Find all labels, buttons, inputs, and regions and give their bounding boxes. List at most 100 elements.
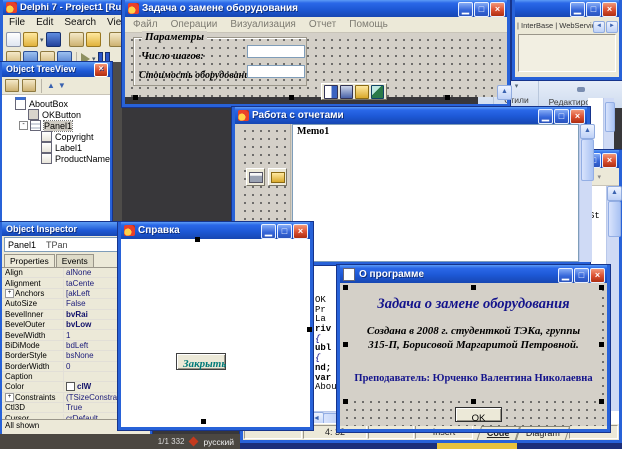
parameters-groupbox: Параметры Число шагов: Стоимость оборудо… — [133, 31, 307, 86]
treeview-toolbar: ▲ ▼ — [2, 77, 110, 95]
printer-icon — [248, 171, 263, 183]
open-dropdown-icon[interactable]: ▾ — [40, 36, 44, 44]
forward-dropdown-icon[interactable]: ▾ — [597, 173, 601, 181]
selection-handle[interactable] — [201, 419, 206, 424]
report-icon[interactable] — [324, 84, 338, 99]
maximize-icon[interactable]: □ — [586, 2, 601, 17]
delete-item-icon[interactable] — [22, 79, 36, 92]
minimize-icon[interactable]: ▁ — [261, 224, 276, 239]
language-indicator[interactable]: русский — [203, 437, 234, 447]
task-form-menu-item[interactable]: Операции — [171, 19, 218, 30]
selection-handle[interactable] — [599, 285, 604, 290]
reports-form-title: Работа с отчетами — [252, 110, 344, 121]
delphi-menu-item[interactable]: Search — [64, 17, 96, 28]
selection-handle[interactable] — [195, 237, 200, 242]
selection-handle[interactable] — [471, 399, 476, 404]
tab-scroll-right-icon[interactable]: ► — [606, 21, 618, 33]
tree-item[interactable]: Copyright — [2, 131, 110, 142]
selection-handle[interactable] — [599, 399, 604, 404]
tree-item-icon — [30, 120, 41, 131]
cost-input[interactable] — [247, 65, 305, 78]
tree-item[interactable]: Label1 — [2, 142, 110, 153]
selection-handle[interactable] — [471, 285, 476, 290]
reports-vscrollbar[interactable]: ▲ — [579, 124, 595, 262]
reports-form-titlebar[interactable]: Работа с отчетами ▁ □ × — [235, 107, 587, 124]
help-close-button[interactable]: Закрыть — [176, 353, 226, 370]
selection-handle[interactable] — [343, 399, 348, 404]
print-report-button[interactable] — [246, 168, 265, 186]
open-folder-icon[interactable] — [355, 84, 369, 99]
new-file-icon[interactable] — [6, 32, 21, 47]
treeview-titlebar[interactable]: Object TreeView × — [2, 62, 110, 77]
close-icon[interactable]: × — [490, 2, 505, 17]
delphi-menu-item[interactable]: File — [9, 17, 25, 28]
treeview-title: Object TreeView — [6, 64, 76, 74]
reports-memo[interactable]: Memo1 — [292, 124, 579, 262]
task-form-menu-item[interactable]: Визуализация — [230, 19, 295, 30]
minimize-icon[interactable]: ▁ — [570, 2, 585, 17]
steps-input[interactable] — [247, 45, 305, 58]
maximize-icon[interactable]: □ — [474, 2, 489, 17]
maximize-icon[interactable]: □ — [277, 224, 292, 239]
move-down-icon[interactable]: ▼ — [58, 81, 66, 90]
task-form-menu-item[interactable]: Помощь — [349, 19, 388, 30]
background-scrollbar[interactable] — [603, 98, 615, 152]
minimize-icon[interactable]: ▁ — [458, 2, 473, 17]
close-icon[interactable]: × — [570, 109, 585, 124]
close-icon[interactable]: × — [602, 2, 617, 17]
spellcheck-icon[interactable] — [189, 436, 199, 447]
close-icon[interactable]: × — [293, 224, 308, 239]
inspector-status-text: All shown — [5, 421, 40, 430]
open-report-button[interactable] — [268, 168, 287, 186]
close-icon[interactable]: × — [590, 268, 605, 283]
palette-titlebar[interactable]: ▁ □ × — [515, 0, 619, 17]
selection-handle[interactable] — [343, 342, 348, 347]
open-file-icon[interactable] — [23, 32, 38, 47]
help-form-titlebar[interactable]: Справка ▁ □ × — [121, 222, 310, 239]
open-folder-icon — [270, 171, 285, 183]
maximize-icon[interactable]: □ — [574, 268, 589, 283]
task-form-titlebar[interactable]: Задача о замене оборудования ▁ □ × — [125, 0, 507, 17]
selection-handle[interactable] — [343, 285, 348, 290]
about-ok-button[interactable]: OK — [455, 407, 502, 424]
move-up-icon[interactable]: ▲ — [47, 81, 55, 90]
new-item-icon[interactable] — [5, 79, 19, 92]
palette-tabs[interactable]: | InterBase | WebServices | InternetE — [515, 17, 603, 30]
tab-events[interactable]: Events — [55, 254, 94, 267]
minimize-icon[interactable]: ▁ — [538, 109, 553, 124]
task-form-menu-item[interactable]: Файл — [133, 19, 158, 30]
selection-handle[interactable] — [133, 95, 138, 100]
word-statusbar-fragment: 1/1 332 русский — [0, 434, 240, 449]
selection-handle[interactable] — [599, 342, 604, 347]
delphi-menu-item[interactable]: Edit — [36, 17, 53, 28]
tree-item[interactable]: OKButton — [2, 109, 110, 120]
selection-handle[interactable] — [445, 95, 450, 100]
close-icon[interactable]: × — [94, 63, 108, 77]
tree-item[interactable]: - Panel1 — [2, 119, 110, 132]
maximize-icon[interactable]: □ — [554, 109, 569, 124]
scroll-up-icon[interactable]: ▲ — [580, 124, 595, 139]
about-panel[interactable]: Задача о замене оборудования Создана в 2… — [346, 288, 601, 401]
taskbar-edge — [240, 443, 622, 449]
save-icon[interactable] — [45, 32, 61, 47]
word-count: 1/1 332 — [157, 437, 185, 446]
save-all-icon[interactable] — [68, 32, 84, 47]
form-scroll-up-icon[interactable]: ▲ — [497, 85, 512, 100]
selected-object-type: TPan — [46, 239, 68, 250]
open-project-icon[interactable] — [85, 32, 101, 47]
tab-scroll-left-icon[interactable]: ◄ — [593, 21, 605, 33]
scroll-up-icon[interactable]: ▲ — [607, 186, 622, 201]
save-data-icon[interactable] — [339, 84, 353, 99]
tab-properties[interactable]: Properties — [4, 254, 55, 267]
tree-item[interactable]: AboutBox — [2, 97, 110, 110]
selection-handle[interactable] — [289, 95, 294, 100]
task-form-menu-item[interactable]: Отчет — [309, 19, 336, 30]
delphi-menubar: FileEditSearchViewProject — [3, 15, 171, 30]
minimize-icon[interactable]: ▁ — [558, 268, 573, 283]
about-form-titlebar[interactable]: О программе ▁ □ × — [340, 265, 607, 283]
tree-item[interactable]: ProductName — [2, 153, 110, 164]
picture-icon[interactable] — [370, 84, 384, 99]
selection-handle[interactable] — [307, 327, 312, 332]
close-icon[interactable]: × — [602, 153, 617, 168]
help-form-window: Справка ▁ □ × Закрыть — [118, 222, 313, 430]
